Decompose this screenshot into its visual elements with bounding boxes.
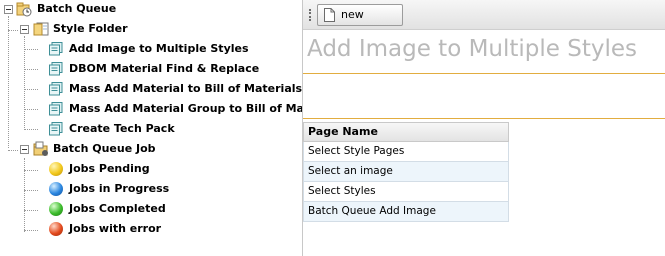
tree-item-mass-add-material[interactable]: Mass Add Material to Bill of Materials — [49, 80, 302, 98]
collapse-toggle[interactable] — [4, 5, 13, 14]
new-document-icon — [324, 8, 335, 22]
collapse-toggle[interactable] — [20, 25, 29, 34]
page-icon — [49, 42, 63, 56]
tree-item-dbom-find-replace[interactable]: DBOM Material Find & Replace — [49, 60, 301, 78]
table-row[interactable]: Select an image — [303, 162, 509, 182]
tree-connector — [24, 170, 38, 171]
tree-connector — [24, 36, 25, 130]
tree-item-jobs-completed[interactable]: Jobs Completed — [49, 200, 199, 218]
tree-item-label: Jobs Pending — [69, 162, 150, 175]
page-icon — [49, 62, 63, 76]
tree-item-create-tech-pack[interactable]: Create Tech Pack — [49, 120, 301, 138]
tree-node-batch-queue[interactable]: Batch Queue — [16, 0, 136, 18]
tree-connector — [8, 150, 18, 151]
tree-connector — [24, 49, 38, 50]
folder-icon — [33, 22, 49, 36]
tree-connector — [24, 109, 38, 110]
tree-item-label: Jobs Completed — [69, 202, 166, 215]
page-icon — [49, 82, 63, 96]
yellow-status-icon — [49, 162, 63, 176]
blue-status-icon — [49, 182, 63, 196]
tree-item-jobs-in-progress[interactable]: Jobs in Progress — [49, 180, 199, 198]
tree-item-label: Mass Add Material to Bill of Materials — [69, 82, 302, 95]
page-name-grid: Page Name Select Style Pages Select an i… — [303, 122, 509, 222]
page-icon — [49, 102, 63, 116]
title-divider — [303, 73, 665, 74]
tree-item-jobs-with-error[interactable]: Jobs with error — [49, 220, 199, 238]
new-button-label: new — [341, 8, 364, 21]
tree-item-label: Mass Add Material Group to Bill of Mater… — [69, 102, 302, 115]
tree-connector — [24, 89, 38, 90]
toolbar: new — [303, 0, 665, 30]
tree-item-jobs-pending[interactable]: Jobs Pending — [49, 160, 199, 178]
table-row[interactable]: Select Styles — [303, 182, 509, 202]
section-divider — [303, 118, 665, 119]
content-pane: new Add Image to Multiple Styles Page Na… — [302, 0, 665, 256]
tree-connector — [24, 210, 38, 211]
page-icon — [49, 122, 63, 136]
tree-connector — [24, 190, 38, 191]
tree-item-label: Add Image to Multiple Styles — [69, 42, 249, 55]
tree-item-add-image[interactable]: Add Image to Multiple Styles — [49, 40, 301, 58]
tree-node-label: Batch Queue — [37, 2, 117, 15]
tree-node-style-folder[interactable]: Style Folder — [33, 20, 153, 38]
tree-node-label: Style Folder — [53, 22, 128, 35]
grid-header-page-name[interactable]: Page Name — [303, 122, 509, 142]
table-row[interactable]: Batch Queue Add Image — [303, 202, 509, 222]
job-folder-icon — [33, 141, 48, 156]
tree-connector — [24, 129, 38, 130]
green-status-icon — [49, 202, 63, 216]
tree-item-label: DBOM Material Find & Replace — [69, 62, 260, 75]
tree-item-label: Create Tech Pack — [69, 122, 175, 135]
tree-connector — [24, 69, 38, 70]
tree-connector — [8, 16, 9, 148]
tree-item-label: Jobs with error — [69, 222, 162, 235]
table-row[interactable]: Select Style Pages — [303, 142, 509, 162]
toolbar-grip[interactable] — [309, 9, 311, 21]
navigation-tree: Batch Queue Style Folder Add Image to Mu… — [0, 0, 302, 256]
tree-connector — [24, 230, 38, 231]
tree-item-mass-add-material-group[interactable]: Mass Add Material Group to Bill of Mater… — [49, 100, 302, 118]
tree-node-label: Batch Queue Job — [53, 142, 156, 155]
new-button[interactable]: new — [317, 4, 403, 26]
collapse-toggle[interactable] — [20, 145, 29, 154]
tree-node-batch-queue-job[interactable]: Batch Queue Job — [33, 140, 173, 158]
red-status-icon — [49, 222, 63, 236]
batch-queue-icon — [16, 2, 32, 17]
tree-connector — [8, 30, 18, 31]
page-title: Add Image to Multiple Styles — [307, 36, 638, 62]
tree-item-label: Jobs in Progress — [69, 182, 170, 195]
